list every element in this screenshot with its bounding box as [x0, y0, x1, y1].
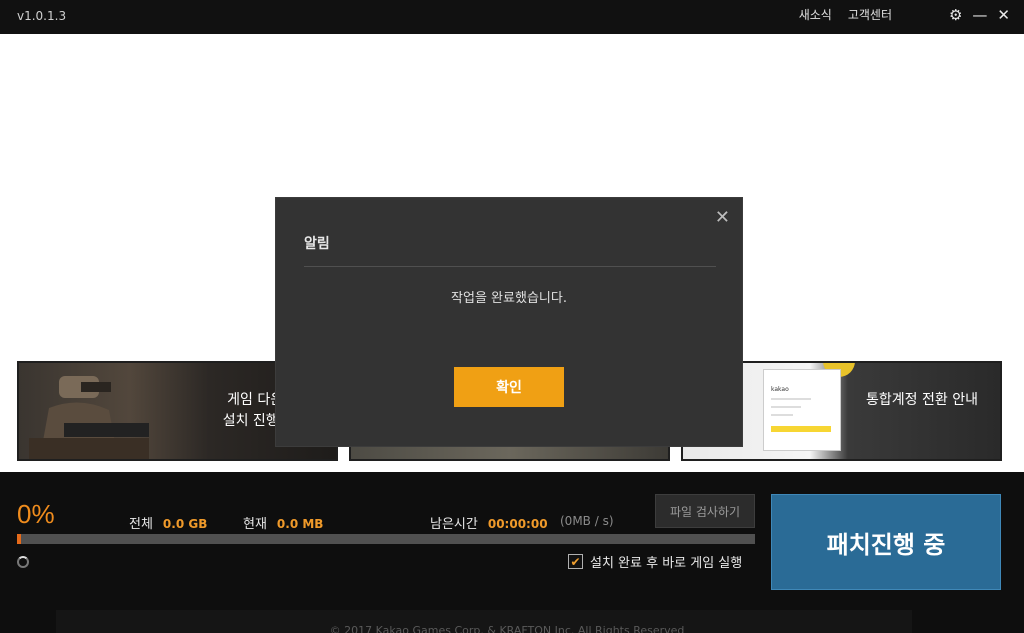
remaining-time: 남은시간 00:00:00	[430, 513, 548, 532]
progress-percent: 0%	[17, 499, 55, 529]
news-link[interactable]: 새소식	[799, 6, 832, 23]
notice-dialog: ✕ 알림 작업을 완료했습니다. 확인	[275, 197, 743, 447]
kakao-login-card-image: kakao	[763, 369, 841, 451]
dialog-close-icon[interactable]: ✕	[715, 207, 730, 228]
support-link[interactable]: 고객센터	[848, 6, 892, 23]
confirm-button[interactable]: 확인	[454, 367, 564, 407]
current-value: 0.0 MB	[276, 517, 324, 531]
version-label: v1.0.1.3	[17, 9, 67, 23]
download-speed: (0MB / s)	[560, 514, 614, 528]
top-links: 새소식 고객센터	[799, 6, 892, 23]
time-value: 00:00:00	[487, 517, 548, 531]
patch-button[interactable]: 패치진행 중	[771, 494, 1001, 590]
current-label: 현재	[243, 517, 267, 532]
kakao-card-bar	[771, 426, 831, 432]
auto-run-checkbox[interactable]: ✔	[568, 554, 583, 569]
time-label: 남은시간	[430, 517, 478, 532]
banner-text: 통합계정 전환 안내	[866, 392, 978, 408]
progress-bar	[17, 534, 755, 544]
checkmark-icon: ✔	[570, 554, 581, 569]
current-size: 현재 0.0 MB	[243, 513, 323, 532]
kakao-card-title: kakao	[771, 386, 789, 393]
total-size: 전체 0.0 GB	[129, 513, 207, 532]
title-bar: v1.0.1.3 새소식 고객센터 ⚙ — ✕	[0, 0, 1024, 34]
auto-run-option[interactable]: ✔ 설치 완료 후 바로 게임 실행	[568, 552, 742, 571]
soldier-image	[29, 376, 149, 459]
file-check-button[interactable]: 파일 검사하기	[655, 494, 755, 528]
total-value: 0.0 GB	[162, 517, 208, 531]
minimize-icon[interactable]: —	[972, 5, 987, 25]
gear-icon[interactable]: ⚙	[949, 5, 962, 25]
close-icon[interactable]: ✕	[997, 5, 1010, 25]
bottom-panel: 0% 전체 0.0 GB 현재 0.0 MB 남은시간 00:00:00 (0MB /…	[0, 472, 1024, 633]
total-label: 전체	[129, 517, 153, 532]
progress-fill	[17, 534, 22, 544]
loading-spinner-icon	[17, 556, 29, 568]
copyright-text: © 2017 Kakao Games Corp. & KRAFTON Inc. …	[329, 624, 685, 633]
dialog-divider	[304, 266, 716, 267]
dialog-message: 작업을 완료했습니다.	[451, 291, 567, 306]
dialog-title: 알림	[304, 236, 330, 252]
window-controls: ⚙ — ✕	[949, 5, 1010, 25]
auto-run-label: 설치 완료 후 바로 게임 실행	[590, 556, 743, 571]
